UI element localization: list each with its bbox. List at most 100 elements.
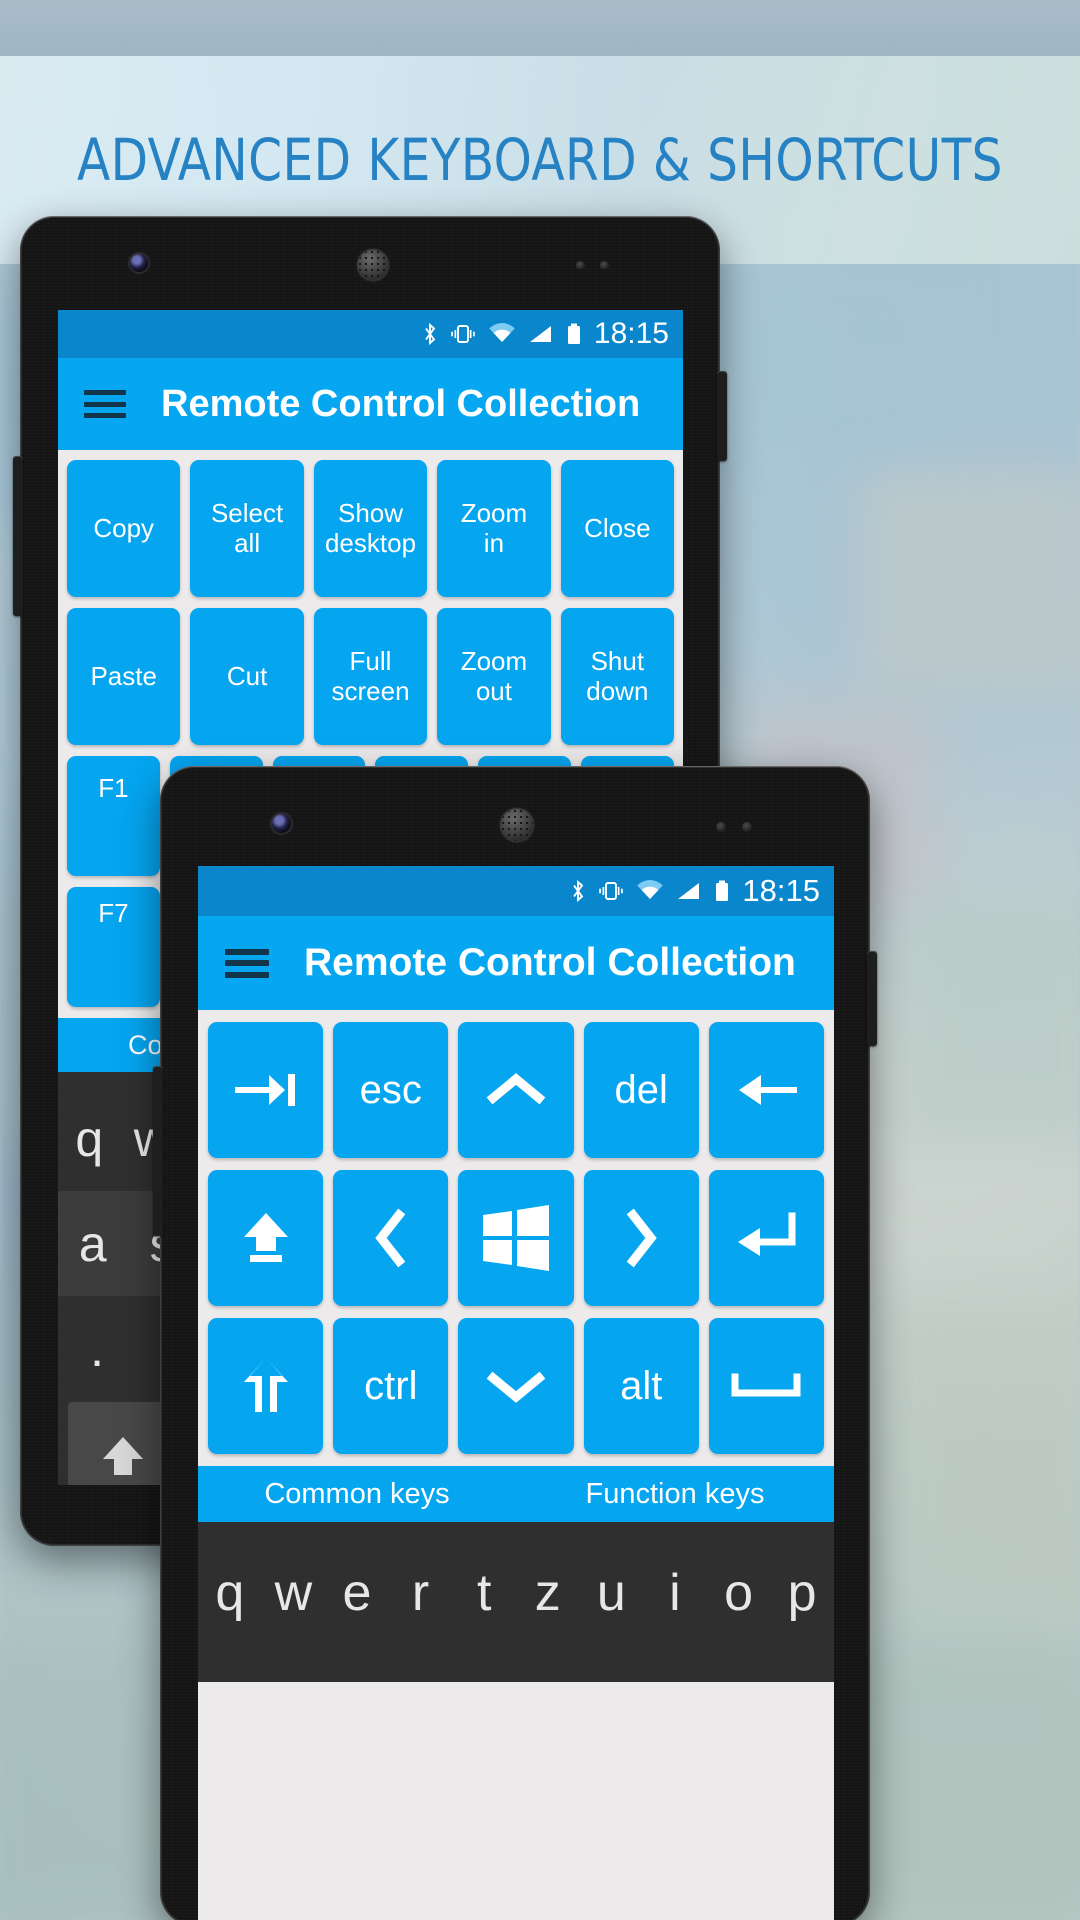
hamburger-icon[interactable] bbox=[225, 948, 269, 978]
phone1-clock: 18:15 bbox=[593, 317, 669, 350]
tab-function-keys[interactable]: Function keys bbox=[516, 1478, 834, 1511]
key-arrow-left[interactable] bbox=[333, 1170, 449, 1306]
battery-icon bbox=[566, 322, 582, 346]
light-sensor-icon bbox=[600, 261, 609, 270]
key-period[interactable]: . bbox=[58, 1320, 136, 1378]
phone2-tab-bar: Common keys Function keys bbox=[198, 1466, 834, 1522]
background-tile bbox=[860, 470, 1080, 690]
key-o[interactable]: o bbox=[707, 1563, 771, 1623]
chevron-right-icon bbox=[621, 1207, 661, 1269]
key-arrow-right[interactable] bbox=[583, 1170, 699, 1306]
shortcut-key-zoom-out[interactable]: Zoom out bbox=[437, 608, 551, 745]
phone1-status-icons bbox=[422, 322, 594, 346]
key-windows[interactable] bbox=[458, 1170, 574, 1306]
background-tile bbox=[700, 260, 940, 470]
phone2-screen: 18:15 Remote Control Collection esc del … bbox=[198, 866, 834, 1920]
key-p[interactable]: p bbox=[770, 1563, 834, 1623]
key-e[interactable]: e bbox=[325, 1563, 389, 1623]
key-alt[interactable]: alt bbox=[583, 1318, 699, 1454]
phone2-clock: 18:15 bbox=[742, 873, 820, 908]
key-u[interactable]: u bbox=[580, 1563, 644, 1623]
volume-button[interactable] bbox=[153, 1066, 163, 1236]
shortcut-key-zoom-in[interactable]: Zoom in bbox=[437, 460, 551, 597]
key-i[interactable]: i bbox=[643, 1563, 707, 1623]
key-r[interactable]: r bbox=[389, 1563, 453, 1623]
function-key-f1[interactable]: F1 bbox=[67, 756, 160, 876]
phone1-shortcut-row: Paste Cut Full screen Zoom out Shut down bbox=[67, 608, 675, 745]
key-arrow-up[interactable] bbox=[458, 1022, 574, 1158]
phone2-app-title: Remote Control Collection bbox=[304, 941, 796, 984]
phone2-key-grid: esc del ctrl alt bbox=[198, 1010, 834, 1454]
chevron-down-icon bbox=[485, 1366, 547, 1406]
volume-button[interactable] bbox=[13, 456, 23, 616]
enter-icon bbox=[730, 1210, 802, 1266]
phone1-app-title: Remote Control Collection bbox=[161, 382, 641, 425]
shortcut-key-full-screen[interactable]: Full screen bbox=[313, 608, 428, 745]
phone2-soft-keyboard: q w e r t z u i o p bbox=[198, 1522, 834, 1682]
key-q[interactable]: q bbox=[198, 1563, 262, 1623]
shortcut-key-show-desktop[interactable]: Show desktop bbox=[313, 460, 428, 597]
caps-lock-icon bbox=[238, 1207, 294, 1269]
key-a[interactable]: a bbox=[58, 1215, 127, 1273]
key-enter[interactable] bbox=[708, 1170, 825, 1306]
shortcut-key-shut-down[interactable]: Shut down bbox=[560, 608, 675, 745]
top-strip bbox=[0, 0, 1080, 56]
vibrate-icon bbox=[449, 323, 477, 345]
phone1-shortcut-row: Copy Select all Show desktop Zoom in Clo… bbox=[67, 460, 675, 597]
arrow-left-icon bbox=[731, 1065, 801, 1115]
power-button[interactable] bbox=[717, 371, 727, 461]
shift-icon bbox=[238, 1354, 294, 1418]
key-esc[interactable]: esc bbox=[333, 1022, 449, 1158]
bluetooth-icon bbox=[422, 322, 438, 346]
tab-icon bbox=[231, 1065, 301, 1115]
phone1-app-bar: Remote Control Collection bbox=[58, 358, 683, 450]
front-camera-icon bbox=[130, 254, 148, 272]
function-key-f7[interactable]: F7 bbox=[67, 887, 160, 1007]
windows-logo-icon bbox=[480, 1203, 552, 1273]
key-shift[interactable] bbox=[208, 1318, 324, 1454]
signal-icon bbox=[527, 323, 553, 345]
phone2-status-bar: 18:15 bbox=[198, 866, 834, 916]
phone1-status-bar: 18:15 bbox=[58, 310, 683, 358]
key-del[interactable]: del bbox=[583, 1022, 699, 1158]
shortcut-key-close[interactable]: Close bbox=[560, 460, 675, 597]
chevron-up-icon bbox=[485, 1070, 547, 1110]
front-camera-icon bbox=[272, 814, 291, 833]
hamburger-icon[interactable] bbox=[84, 390, 126, 418]
key-q[interactable]: q bbox=[58, 1110, 121, 1168]
battery-icon bbox=[714, 879, 730, 903]
proximity-sensor-icon bbox=[716, 822, 726, 832]
shift-arrow-icon bbox=[100, 1431, 146, 1486]
key-z[interactable]: z bbox=[516, 1563, 580, 1623]
tab-common-keys[interactable]: Common keys bbox=[198, 1478, 516, 1511]
proximity-sensor-icon bbox=[576, 261, 585, 270]
space-icon bbox=[729, 1371, 803, 1401]
keyboard-row: q w e r t z u i o p bbox=[198, 1548, 834, 1638]
vibrate-icon bbox=[597, 880, 625, 902]
power-button[interactable] bbox=[867, 951, 877, 1046]
key-space[interactable] bbox=[708, 1318, 825, 1454]
key-t[interactable]: t bbox=[452, 1563, 516, 1623]
phone2-key-row: esc del bbox=[208, 1022, 825, 1158]
key-caps-lock[interactable] bbox=[208, 1170, 324, 1306]
phone2-key-row: ctrl alt bbox=[208, 1318, 825, 1454]
light-sensor-icon bbox=[742, 822, 752, 832]
key-ctrl[interactable]: ctrl bbox=[333, 1318, 449, 1454]
signal-icon bbox=[675, 880, 701, 902]
key-arrow-down[interactable] bbox=[458, 1318, 574, 1454]
key-backspace[interactable] bbox=[708, 1022, 825, 1158]
phone-device-front: 18:15 Remote Control Collection esc del … bbox=[153, 766, 877, 1920]
shortcut-key-select-all[interactable]: Select all bbox=[190, 460, 304, 597]
shortcut-key-paste[interactable]: Paste bbox=[67, 608, 181, 745]
phone2-app-bar: Remote Control Collection bbox=[198, 916, 834, 1010]
wifi-icon bbox=[488, 323, 516, 345]
screenshot-root: ADVANCED KEYBOARD & SHORTCUTS 18:15 Remo… bbox=[0, 0, 1080, 1920]
shortcut-key-copy[interactable]: Copy bbox=[67, 460, 181, 597]
background-tile bbox=[880, 1300, 1080, 1600]
background-tile bbox=[900, 900, 1080, 1140]
shortcut-key-cut[interactable]: Cut bbox=[190, 608, 304, 745]
key-tab[interactable] bbox=[208, 1022, 324, 1158]
wifi-icon bbox=[636, 880, 664, 902]
earpiece-speaker-icon bbox=[357, 249, 389, 281]
key-w[interactable]: w bbox=[262, 1563, 326, 1623]
